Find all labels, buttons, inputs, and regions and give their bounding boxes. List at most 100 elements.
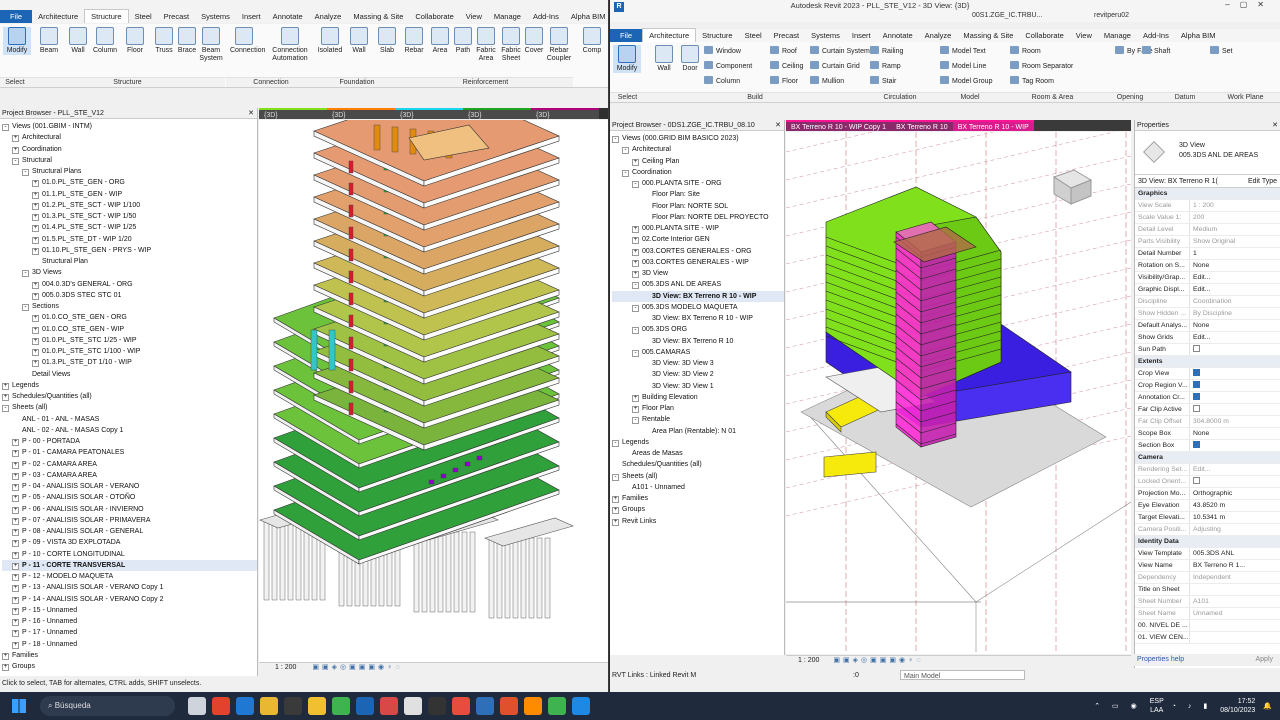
- browser-tree-item[interactable]: -000.PLANTA SITE - ORG: [612, 178, 784, 189]
- expand-icon[interactable]: +: [12, 540, 19, 548]
- expand-icon[interactable]: +: [32, 349, 39, 356]
- browser-tree-item[interactable]: +01.3.PL_STE_SCT - WIP 1/50: [2, 211, 257, 222]
- browser-tree-item[interactable]: ANL - 01 - ANL - MASAS: [2, 414, 257, 425]
- ribbon-tab-steel[interactable]: Steel: [129, 10, 158, 23]
- browser-tree-item[interactable]: + Schedules/Quantities (all): [2, 391, 257, 402]
- expand-icon[interactable]: +: [32, 360, 39, 368]
- ribbon-tab-view[interactable]: View: [460, 10, 488, 23]
- expand-icon[interactable]: +: [12, 439, 19, 446]
- ribbon-tab-add-ins[interactable]: Add-Ins: [1137, 29, 1175, 42]
- view-tab[interactable]: {3D}: [395, 108, 463, 119]
- taskbar-app-icon[interactable]: [284, 697, 302, 715]
- ribbon-tab-insert[interactable]: Insert: [236, 10, 267, 23]
- left-view-scale[interactable]: 1 : 200: [275, 664, 296, 671]
- expand-icon[interactable]: +: [632, 248, 639, 256]
- property-value[interactable]: Independent: [1189, 572, 1280, 583]
- browser-tree-item[interactable]: 3D View: 3D View 1: [612, 381, 784, 392]
- browser-tree-item[interactable]: +3D View: [612, 268, 784, 279]
- property-value[interactable]: 200: [1189, 212, 1280, 223]
- expand-icon[interactable]: +: [32, 292, 39, 300]
- expand-icon[interactable]: +: [12, 630, 19, 638]
- expand-icon[interactable]: +: [612, 507, 619, 515]
- checkbox[interactable]: [1193, 477, 1200, 484]
- browser-tree-item[interactable]: + Groups: [2, 661, 257, 672]
- browser-tree-item[interactable]: +01.5.PL_STE_DT - WIP 1/20: [2, 234, 257, 245]
- browser-tree-item[interactable]: - Sheets (all): [612, 471, 784, 482]
- property-row[interactable]: Show Grids Edit...: [1135, 332, 1280, 344]
- browser-tree-item[interactable]: + P - 09 - VISTA 3D EXPLOTADA: [2, 537, 257, 548]
- property-value[interactable]: [1189, 584, 1280, 595]
- browser-tree-item[interactable]: + Coordination: [2, 144, 257, 155]
- ribbon-tab-insert[interactable]: Insert: [846, 29, 877, 42]
- property-value[interactable]: None: [1189, 260, 1280, 271]
- browser-tree-item[interactable]: + Floor Plan: [612, 403, 784, 414]
- taskbar-app-icon[interactable]: [572, 697, 590, 715]
- property-value[interactable]: [1189, 344, 1280, 355]
- door-button[interactable]: Door: [676, 45, 704, 73]
- property-row[interactable]: Show Hidden ... By Discipline: [1135, 308, 1280, 320]
- browser-tree-item[interactable]: 3D View: 3D View 2: [612, 369, 784, 380]
- railing-button[interactable]: Railing: [870, 46, 903, 58]
- user-name[interactable]: revitperu02: [1094, 12, 1129, 19]
- property-row[interactable]: Graphic Displ... Edit...: [1135, 284, 1280, 296]
- type-selector[interactable]: 3D View 005.3DS ANL DE AREAS: [1135, 131, 1280, 175]
- browser-tree-item[interactable]: +01.4.PL_STE_SCT - WIP 1/25: [2, 222, 257, 233]
- curtain-system-button[interactable]: Curtain System: [810, 46, 870, 58]
- taskbar-search[interactable]: ⌕ Búsqueda: [40, 696, 175, 716]
- browser-tree-item[interactable]: - Views (000.GRID BIM BASICO 2023): [612, 133, 784, 144]
- collapse-icon[interactable]: -: [22, 270, 29, 278]
- browser-tree-item[interactable]: +01.10.PL_STE_GEN - PRYS - WIP: [2, 245, 257, 256]
- ribbon-tab-alpha-bim[interactable]: Alpha BIM: [565, 10, 608, 23]
- property-row[interactable]: Section Box: [1135, 440, 1280, 452]
- browser-tree-item[interactable]: + P - 17 - Unnamed: [2, 627, 257, 638]
- property-row[interactable]: View Template 005.3DS ANL: [1135, 548, 1280, 560]
- browser-tree-item[interactable]: Schedules/Quantities (all): [612, 459, 784, 470]
- property-value[interactable]: Edit...: [1189, 284, 1280, 295]
- browser-tree-item[interactable]: + P - 00 - PORTADA: [2, 436, 257, 447]
- expand-icon[interactable]: +: [2, 664, 9, 671]
- browser-tree-item[interactable]: 3D View: 3D View 3: [612, 358, 784, 369]
- expand-icon[interactable]: +: [12, 529, 19, 536]
- view-tab[interactable]: {3D}: [531, 108, 599, 119]
- property-value[interactable]: [1189, 476, 1280, 487]
- browser-tree-item[interactable]: +01.0.CO_STE_GEN - WIP: [2, 324, 257, 335]
- view-cube[interactable]: [1052, 169, 1093, 205]
- browser-tree-item[interactable]: 3D View: BX Terreno R 10 - WIP: [612, 313, 784, 324]
- expand-icon[interactable]: +: [12, 551, 19, 559]
- close-icon[interactable]: ✕: [775, 120, 781, 131]
- browser-tree-item[interactable]: +003.CORTES GENERALES - ORG: [612, 246, 784, 257]
- window-button[interactable]: Window: [704, 46, 741, 58]
- stair-button[interactable]: Stair: [870, 76, 896, 88]
- column-button[interactable]: Column: [704, 76, 740, 88]
- taskbar-app-icon[interactable]: [476, 697, 494, 715]
- taskbar-app-icon[interactable]: [332, 697, 350, 715]
- taskbar-app-icon[interactable]: [524, 697, 542, 715]
- close-icon[interactable]: ✕: [248, 108, 254, 119]
- ribbon-tab-systems[interactable]: Systems: [805, 29, 846, 42]
- taskbar-app-icon[interactable]: [260, 697, 278, 715]
- view-tab[interactable]: BX Terreno R 10 - WIP Copy 1: [786, 120, 892, 131]
- wall-button[interactable]: Wall: [64, 27, 92, 55]
- property-value[interactable]: Adjusting: [1189, 524, 1280, 535]
- property-row[interactable]: Projection Mo... Orthographic: [1135, 488, 1280, 500]
- expand-icon[interactable]: +: [12, 574, 19, 581]
- browser-tree-item[interactable]: -005.3DS ANL DE AREAS: [612, 279, 784, 290]
- browser-tree-item[interactable]: + P - 15 - Unnamed: [2, 605, 257, 616]
- expand-icon[interactable]: +: [632, 158, 639, 166]
- browser-tree-item[interactable]: + P - 02 - CAMARA AREA: [2, 459, 257, 470]
- taskbar-app-icon[interactable]: [188, 697, 206, 715]
- expand-icon[interactable]: +: [32, 202, 39, 210]
- properties-help-link[interactable]: Properties help: [1134, 656, 1184, 663]
- checkbox[interactable]: [1193, 369, 1200, 376]
- checkbox[interactable]: [1193, 393, 1200, 400]
- property-row[interactable]: Sheet Number A101: [1135, 596, 1280, 608]
- ribbon-tab-structure[interactable]: Structure: [696, 29, 738, 42]
- taskbar-app-icon[interactable]: [500, 697, 518, 715]
- taskbar-app-icon[interactable]: [380, 697, 398, 715]
- browser-tree-item[interactable]: - Views (001.GBIM - INTM): [2, 121, 257, 132]
- property-row[interactable]: Title on Sheet: [1135, 584, 1280, 596]
- browser-tree-item[interactable]: A101 - Unnamed: [612, 482, 784, 493]
- browser-tree-item[interactable]: Areas de Masas: [612, 448, 784, 459]
- property-value[interactable]: 10.5341 m: [1189, 512, 1280, 523]
- collapse-icon[interactable]: -: [612, 473, 619, 481]
